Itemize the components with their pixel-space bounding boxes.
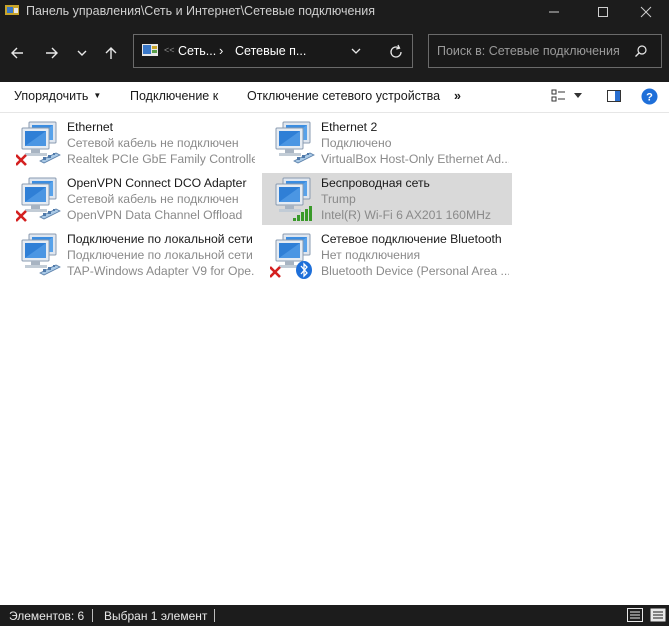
search-box[interactable] bbox=[428, 34, 662, 68]
connections-list: Ethernet Сетевой кабель не подключен Realt… bbox=[0, 113, 669, 605]
address-bar[interactable]: << Сеть... › Сетевые п... bbox=[133, 34, 413, 68]
disconnected-x-icon bbox=[16, 154, 27, 166]
connection-device: Intel(R) Wi-Fi 6 AX201 160MHz bbox=[321, 208, 491, 222]
status-divider bbox=[214, 609, 215, 622]
connection-device: Realtek PCIe GbE Family Controller bbox=[67, 152, 255, 166]
status-divider bbox=[92, 609, 93, 622]
connection-item-local-area[interactable]: Подключение по локальной сети Подключение… bbox=[8, 229, 258, 281]
connection-item-ethernet[interactable]: Ethernet Сетевой кабель не подключен Realt… bbox=[8, 117, 258, 169]
arrow-left-icon bbox=[11, 47, 23, 59]
arrow-right-icon bbox=[46, 47, 58, 59]
item-count: Элементов: 6 bbox=[9, 609, 85, 623]
maximize-button[interactable] bbox=[580, 0, 626, 24]
connection-name: Ethernet 2 bbox=[321, 120, 378, 134]
connection-device: OpenVPN Data Channel Offload bbox=[67, 208, 243, 222]
overflow-chevron-icon[interactable]: << bbox=[164, 45, 175, 55]
connection-status: Сетевой кабель не подключен bbox=[67, 192, 239, 206]
connection-item-wireless[interactable]: Беспроводная сеть Trump Intel(R) Wi-Fi 6 A… bbox=[262, 173, 512, 225]
large-icons-view-icon[interactable] bbox=[650, 608, 666, 622]
status-bar: Элементов: 6 Выбран 1 элемент bbox=[0, 605, 669, 626]
network-adapter-icon bbox=[275, 121, 315, 164]
more-commands-button[interactable]: » bbox=[454, 89, 461, 103]
close-button[interactable] bbox=[623, 0, 669, 24]
connection-status: Подключено bbox=[321, 136, 392, 150]
title-bar: Панель управления\Сеть и Интернет\Сетевы… bbox=[0, 0, 669, 24]
breadcrumb-network[interactable]: Сеть... bbox=[178, 44, 216, 58]
forward-button[interactable] bbox=[40, 41, 64, 65]
help-icon[interactable]: ? bbox=[641, 88, 658, 105]
connection-name: Беспроводная сеть bbox=[321, 176, 430, 190]
network-adapter-icon bbox=[21, 233, 61, 276]
preview-pane-icon[interactable] bbox=[606, 88, 622, 104]
breadcrumb-network-connections[interactable]: Сетевые п... bbox=[235, 44, 306, 58]
connection-name: Ethernet bbox=[67, 120, 114, 134]
arrow-up-icon bbox=[105, 47, 117, 59]
wifi-signal-icon bbox=[293, 206, 312, 221]
window-title: Панель управления\Сеть и Интернет\Сетевы… bbox=[26, 4, 376, 18]
control-panel-icon bbox=[142, 44, 158, 56]
organize-button[interactable]: Упорядочить ▼ bbox=[14, 89, 101, 103]
view-options-icon[interactable] bbox=[551, 88, 567, 104]
connection-item-ethernet-2[interactable]: Ethernet 2 Подключено VirtualBox Host-Only… bbox=[262, 117, 512, 169]
disconnected-x-icon bbox=[270, 266, 281, 278]
connect-to-button[interactable]: Подключение к bbox=[130, 89, 218, 103]
network-adapter-icon bbox=[270, 233, 312, 279]
chevron-down-icon bbox=[77, 50, 87, 56]
breadcrumb-separator-icon[interactable]: › bbox=[219, 43, 223, 58]
search-icon[interactable] bbox=[634, 44, 648, 58]
search-input[interactable] bbox=[437, 43, 627, 59]
connection-device: TAP-Windows Adapter V9 for Ope... bbox=[67, 264, 255, 278]
connection-item-openvpn[interactable]: OpenVPN Connect DCO Adapter Сетевой кабел… bbox=[8, 173, 258, 225]
connection-status: Сетевой кабель не подключен bbox=[67, 136, 239, 150]
command-bar: Упорядочить ▼ Подключение к Отключение се… bbox=[0, 82, 669, 113]
view-dropdown-icon[interactable] bbox=[573, 92, 583, 100]
svg-text:?: ? bbox=[646, 92, 653, 104]
organize-dropdown-icon: ▼ bbox=[93, 91, 102, 100]
connection-status: Trump bbox=[321, 192, 356, 206]
disconnect-device-button[interactable]: Отключение сетевого устройства bbox=[247, 89, 440, 103]
network-connections-icon bbox=[5, 5, 19, 15]
back-button[interactable] bbox=[5, 41, 29, 65]
bluetooth-icon bbox=[296, 261, 312, 279]
connection-status: Нет подключения bbox=[321, 248, 421, 262]
details-view-icon[interactable] bbox=[627, 608, 643, 622]
refresh-icon[interactable] bbox=[388, 44, 404, 60]
network-adapter-icon bbox=[16, 121, 61, 166]
disconnected-x-icon bbox=[16, 210, 27, 222]
connection-item-bluetooth[interactable]: Сетевое подключение Bluetooth Нет подключ… bbox=[262, 229, 512, 281]
connection-name: OpenVPN Connect DCO Adapter bbox=[67, 176, 247, 190]
connection-name: Сетевое подключение Bluetooth bbox=[321, 232, 502, 246]
up-button[interactable] bbox=[99, 41, 123, 65]
connection-device: VirtualBox Host-Only Ethernet Ad... bbox=[321, 152, 509, 166]
minimize-button[interactable] bbox=[531, 0, 577, 24]
address-dropdown-icon[interactable] bbox=[349, 44, 363, 58]
navigation-bar: << Сеть... › Сетевые п... bbox=[0, 24, 669, 82]
network-adapter-icon bbox=[16, 177, 61, 222]
network-adapter-icon bbox=[275, 177, 312, 221]
selection-count: Выбран 1 элемент bbox=[104, 609, 208, 623]
connection-status: Подключение по локальной сети bbox=[67, 248, 253, 262]
connection-name: Подключение по локальной сети bbox=[67, 232, 253, 246]
connection-device: Bluetooth Device (Personal Area ... bbox=[321, 264, 509, 278]
organize-label: Упорядочить bbox=[14, 89, 89, 103]
recent-locations-button[interactable] bbox=[70, 41, 94, 65]
